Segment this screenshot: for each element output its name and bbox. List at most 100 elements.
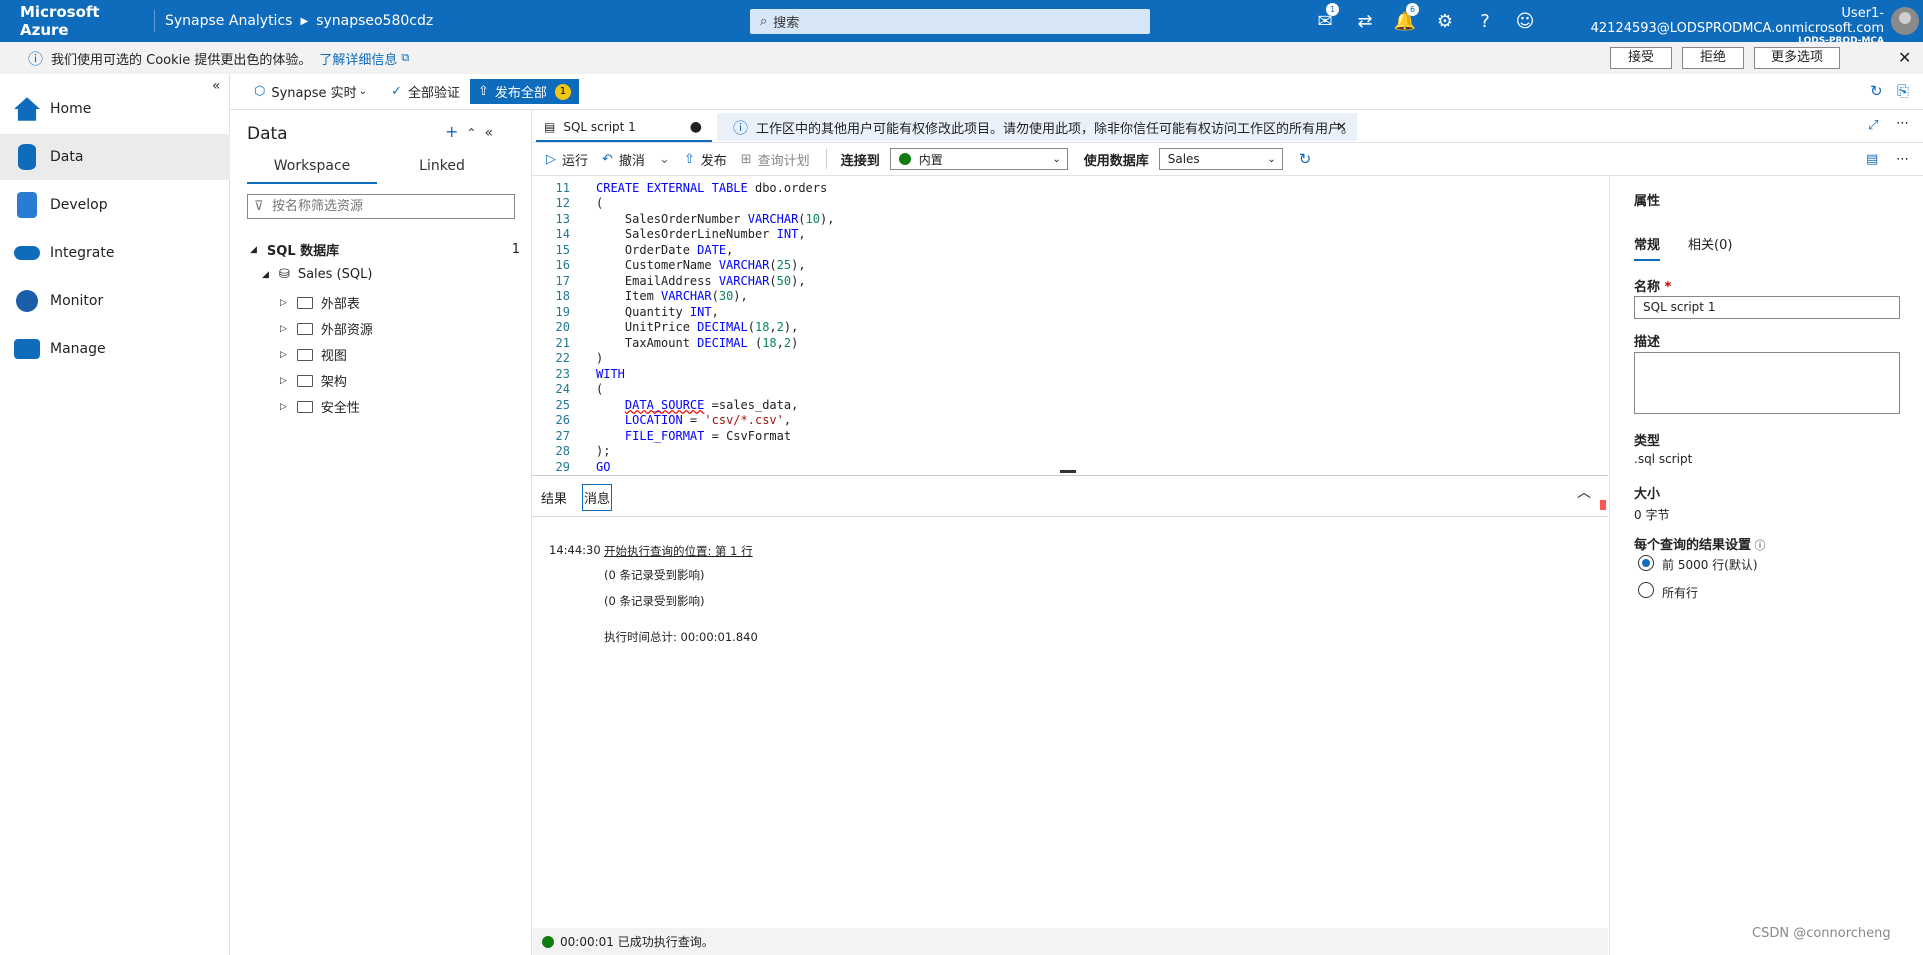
add-icon[interactable]: + [445,122,466,141]
cookie-banner: ⓘ 我们使用可选的 Cookie 提供更出色的体验。 了解详细信息 ⧉ 接受 拒… [0,42,1923,74]
tree-folder[interactable]: ▷ 外部表 [280,293,360,312]
message-link[interactable]: 开始执行查询的位置: 第 1 行 [604,543,753,559]
divider [532,516,1608,517]
clipboard-icon[interactable]: ⎘ [1897,82,1909,100]
nav-item-monitor[interactable]: Monitor [0,278,230,324]
collapse-all-icon[interactable]: ⌃ [466,126,484,140]
name-field[interactable]: SQL script 1 [1634,296,1900,319]
nav-label: Home [50,101,92,117]
radio-top-5000[interactable] [1638,555,1654,571]
status-text: 00:00:01 已成功执行查询。 [560,935,714,949]
filter-placeholder: 按名称筛选资源 [272,199,364,214]
chevron-down-icon: ⌄ [358,86,368,97]
nav-item-home[interactable]: Home [0,86,230,132]
learn-more-link[interactable]: 了解详细信息 [319,49,397,68]
connect-to-text: 连接到 [840,153,880,169]
nav-label: Integrate [50,245,115,261]
expand-icon[interactable]: ⤢ [1868,118,1878,133]
avatar[interactable] [1891,7,1919,35]
folder-icon [296,348,313,361]
collapsed-icon: ▷ [280,349,287,360]
tree-folder[interactable]: ▷ 视图 [280,345,347,364]
splitter-handle[interactable] [1060,470,1076,473]
tab-linked[interactable]: Linked [377,158,507,184]
tree-folder[interactable]: ▷ 架构 [280,371,347,390]
refresh-icon[interactable]: ↻ [1870,82,1883,100]
filter-input[interactable]: ⊽ 按名称筛选资源 [247,194,515,219]
tab-label: SQL script 1 [563,120,636,134]
unsaved-dot-icon: ● [689,119,702,135]
bell-icon[interactable]: 🔔 6 [1385,2,1425,32]
tab-workspace[interactable]: Workspace [247,158,377,184]
tab-sql-script[interactable]: ▤ SQL script 1 ● [536,114,712,142]
database-select[interactable]: Sales ⌄ [1158,148,1283,170]
tree-label: 架构 [320,375,347,390]
more-icon[interactable]: ⋯ [1896,152,1909,167]
refresh-icon[interactable]: ↻ [1299,150,1312,168]
pipeline-icon [14,246,40,260]
collapse-panel-icon[interactable]: « [484,125,501,141]
feedback-icon[interactable]: ✉ 1 [1305,2,1345,32]
toolbox-icon [14,339,40,359]
validate-all-label: 全部验证 [407,86,460,101]
tab-general[interactable]: 常规 [1634,234,1661,261]
azure-brand[interactable]: Microsoft Azure [0,3,144,39]
tree-db-sales[interactable]: ◢ ⛁ Sales (SQL) [262,267,372,282]
publish-button[interactable]: ⇧ 发布 [684,150,727,169]
nav-item-data[interactable]: Data [0,134,230,180]
gear-icon[interactable]: ⚙ [1425,11,1465,32]
chevron-down-icon: ⌄ [1267,153,1276,165]
script-toolbar: ▷ 运行 ↶ 撤消 ⌄ ⇧ 发布 ⊞ 查询计划 连接到 内置 ⌄ 使用数据库 S… [532,143,1923,176]
chevron-up-icon[interactable]: ︿ [1577,482,1591,502]
synapse-live-button[interactable]: ⬡ Synapse 实时 ⌄ [254,82,367,101]
close-icon[interactable]: ✕ [1898,48,1911,67]
properties-icon[interactable]: ▤ [1866,152,1878,167]
feedback-person-icon[interactable]: ☺ [1505,11,1545,32]
divider [154,10,155,32]
nav-item-develop[interactable]: Develop [0,182,230,228]
more-icon[interactable]: ⋯ [1896,116,1909,131]
database-icon [18,144,36,170]
nav-label: Develop [50,197,108,213]
type-label: 类型 [1634,434,1661,449]
check-icon [898,153,911,165]
accept-button[interactable]: 接受 [1610,47,1672,69]
line-number: 29 [555,459,570,474]
radio-all-rows[interactable] [1638,582,1654,598]
search-input[interactable]: ⌕ 搜索 [750,9,1150,34]
properties-title: 属性 [1634,194,1661,209]
nav-item-integrate[interactable]: Integrate [0,230,230,276]
user-info[interactable]: User1-42124593@LODSPRODMCA.onmicrosoft.c… [1558,6,1884,46]
reject-button[interactable]: 拒绝 [1682,47,1744,69]
directory-icon[interactable]: ⇄ [1345,11,1385,32]
validate-all-button[interactable]: ✓ 全部验证 [391,82,460,101]
nav-item-manage[interactable]: Manage [0,326,230,372]
message-text: (0 条记录受到影响) [604,568,705,582]
connection-select[interactable]: 内置 ⌄ [889,148,1068,170]
publish-all-button[interactable]: ⇧ 发布全部 1 [469,79,579,104]
collapsed-icon: ▷ [280,323,287,334]
search-placeholder: 搜索 [773,16,800,31]
more-options-button[interactable]: 更多选项 [1754,47,1840,69]
tab-related[interactable]: 相关(0) [1688,234,1732,253]
code-editor[interactable]: 1011CREATE EXTERNAL TABLE dbo.orders12(1… [532,176,1608,474]
tab-results[interactable]: 结果 [541,488,567,507]
tree-sql-databases[interactable]: ◢ SQL 数据库 1 [250,240,520,259]
run-button[interactable]: ▷ 运行 [546,150,588,169]
connection-value: 内置 [918,152,943,167]
chevron-down-icon[interactable]: ⌄ [659,152,670,167]
notif-badge: 6 [1406,2,1419,16]
help-icon[interactable]: ? [1465,11,1505,32]
count: 1 [511,242,520,257]
query-plan-button[interactable]: ⊞ 查询计划 [741,150,810,169]
breadcrumb-service[interactable]: Synapse Analytics [165,13,292,29]
tree-folder[interactable]: ▷ 安全性 [280,397,360,416]
close-icon[interactable]: ✕ [1336,120,1347,135]
tab-messages[interactable]: 消息 [582,484,613,511]
breadcrumb-workspace[interactable]: synapseo580cdz [316,13,433,29]
tree-folder[interactable]: ▷ 外部资源 [280,319,373,338]
description-field[interactable] [1634,352,1900,414]
publish-all-label: 发布全部 [494,86,547,101]
collapsed-icon: ▷ [280,297,287,308]
undo-button[interactable]: ↶ 撤消 [602,150,645,169]
